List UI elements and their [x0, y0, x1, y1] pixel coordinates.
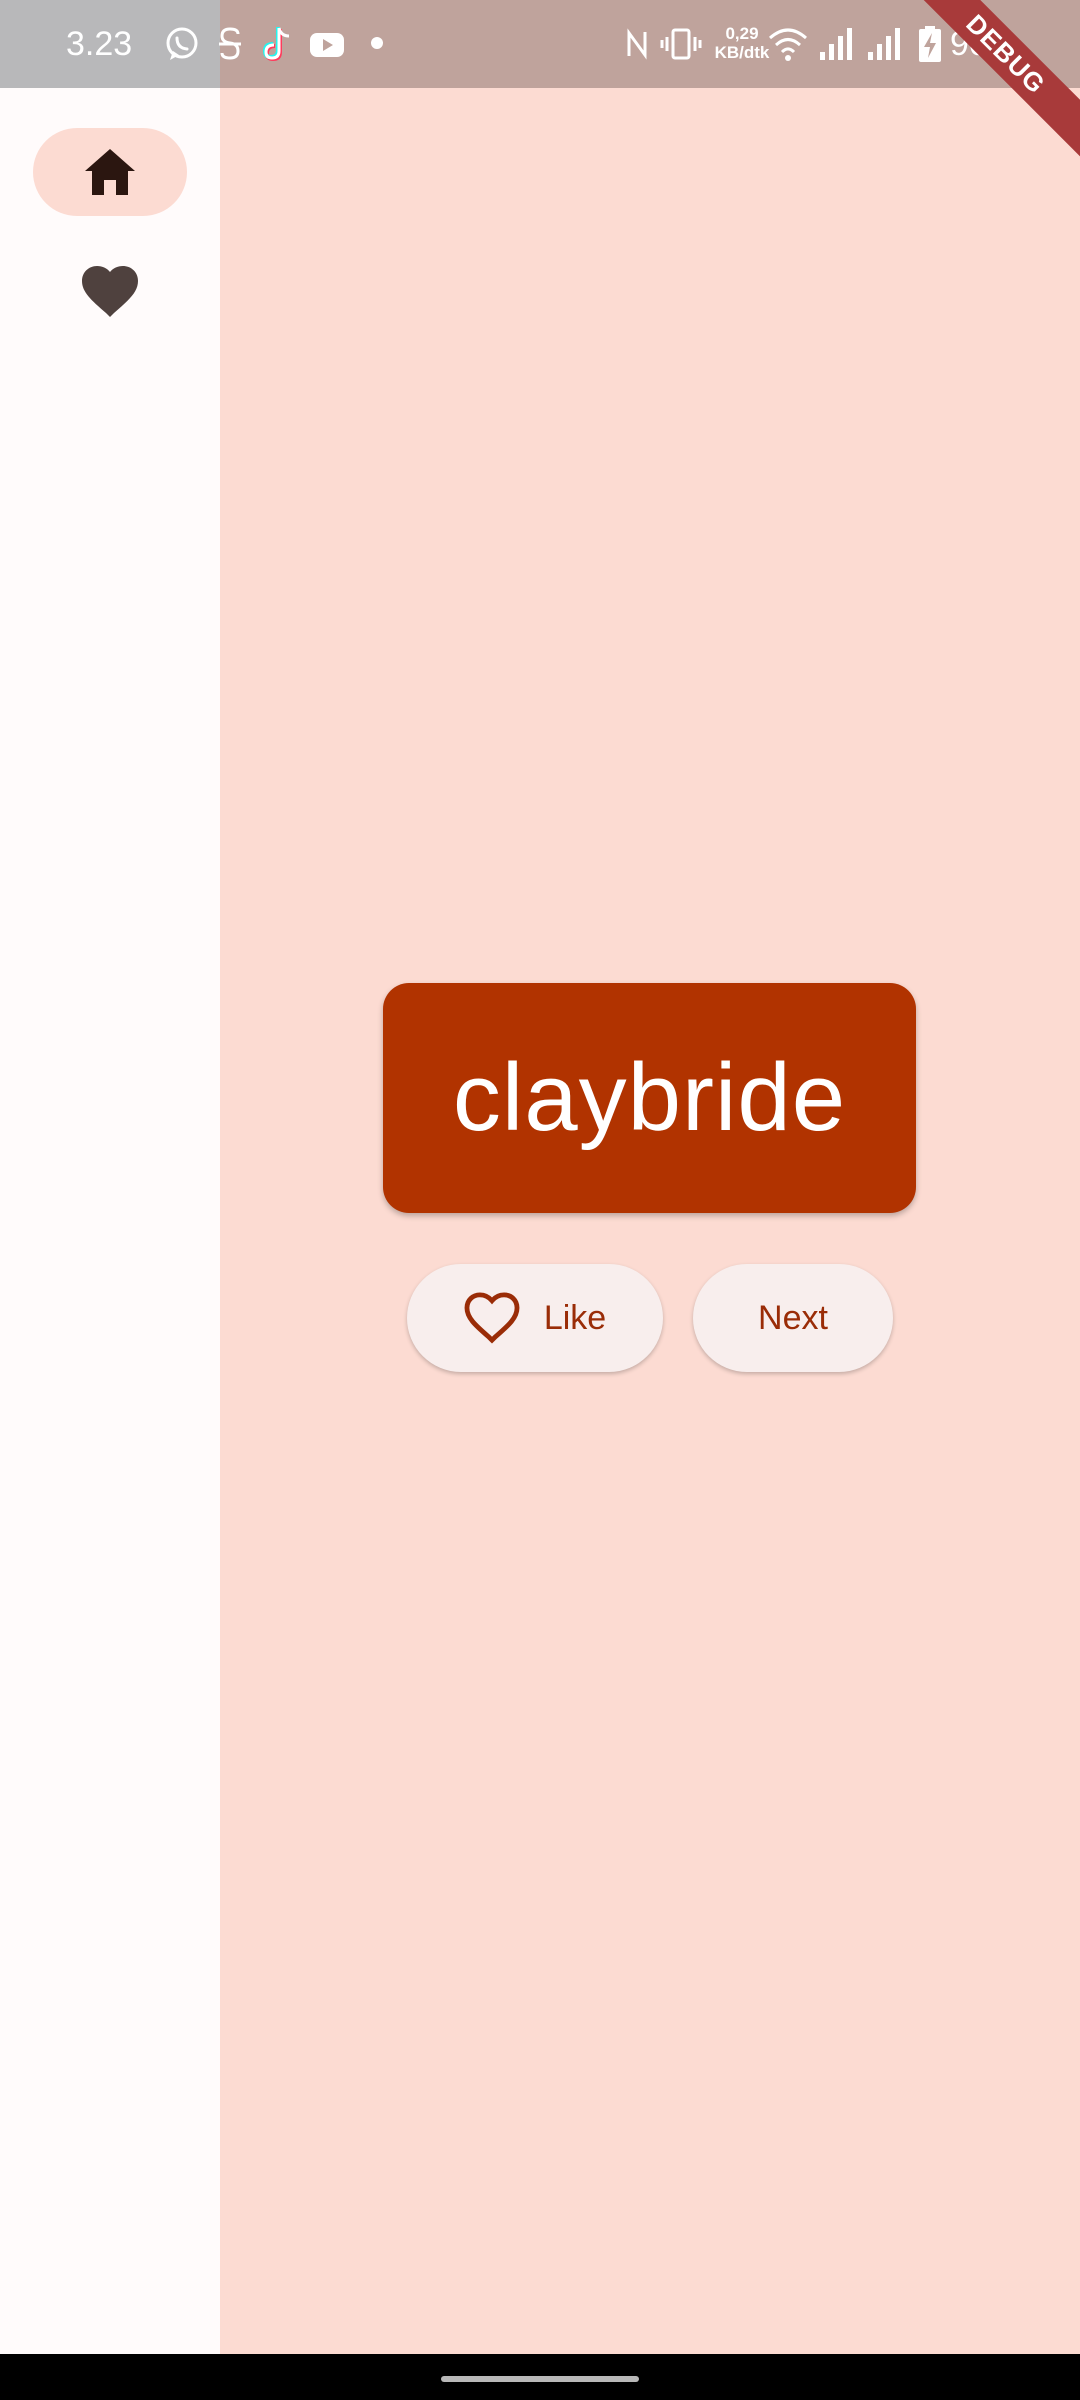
home-icon: [83, 147, 137, 197]
like-button-label: Like: [543, 1298, 607, 1337]
signal-icon: [818, 24, 854, 69]
navigation-rail: [0, 88, 220, 2354]
next-button-label: Next: [758, 1298, 828, 1337]
word-pair-text: claybride: [452, 1044, 847, 1151]
nav-destination-favorites[interactable]: [33, 248, 187, 336]
tiktok-icon: [262, 24, 294, 69]
status-time: 3.23: [66, 25, 133, 63]
vibrate-icon: [660, 24, 702, 69]
gesture-handle[interactable]: [441, 2376, 639, 2382]
signal-icon: [866, 24, 902, 69]
status-bar: 3.23 0,29 KB/dtk: [0, 0, 1080, 88]
heart-outline-icon: [464, 1292, 520, 1344]
net-speed-unit: KB/dtk: [714, 43, 770, 62]
system-navigation-bar: [0, 2354, 1080, 2400]
heart-icon: [81, 265, 139, 319]
nav-destination-home[interactable]: [33, 128, 187, 216]
nfc-icon: [624, 24, 650, 69]
net-speed-value: 0,29: [725, 24, 759, 43]
youtube-icon: [308, 24, 346, 69]
word-card: claybride: [383, 983, 916, 1213]
wifi-icon: [768, 24, 808, 69]
dot-icon: [370, 36, 384, 55]
next-button[interactable]: Next: [693, 1264, 893, 1372]
like-button[interactable]: Like: [407, 1264, 663, 1372]
battery-charging-icon: [916, 24, 944, 69]
s-app-icon: [216, 24, 244, 69]
whatsapp-icon: [164, 24, 200, 69]
net-speed: 0,29 KB/dtk: [712, 24, 772, 62]
